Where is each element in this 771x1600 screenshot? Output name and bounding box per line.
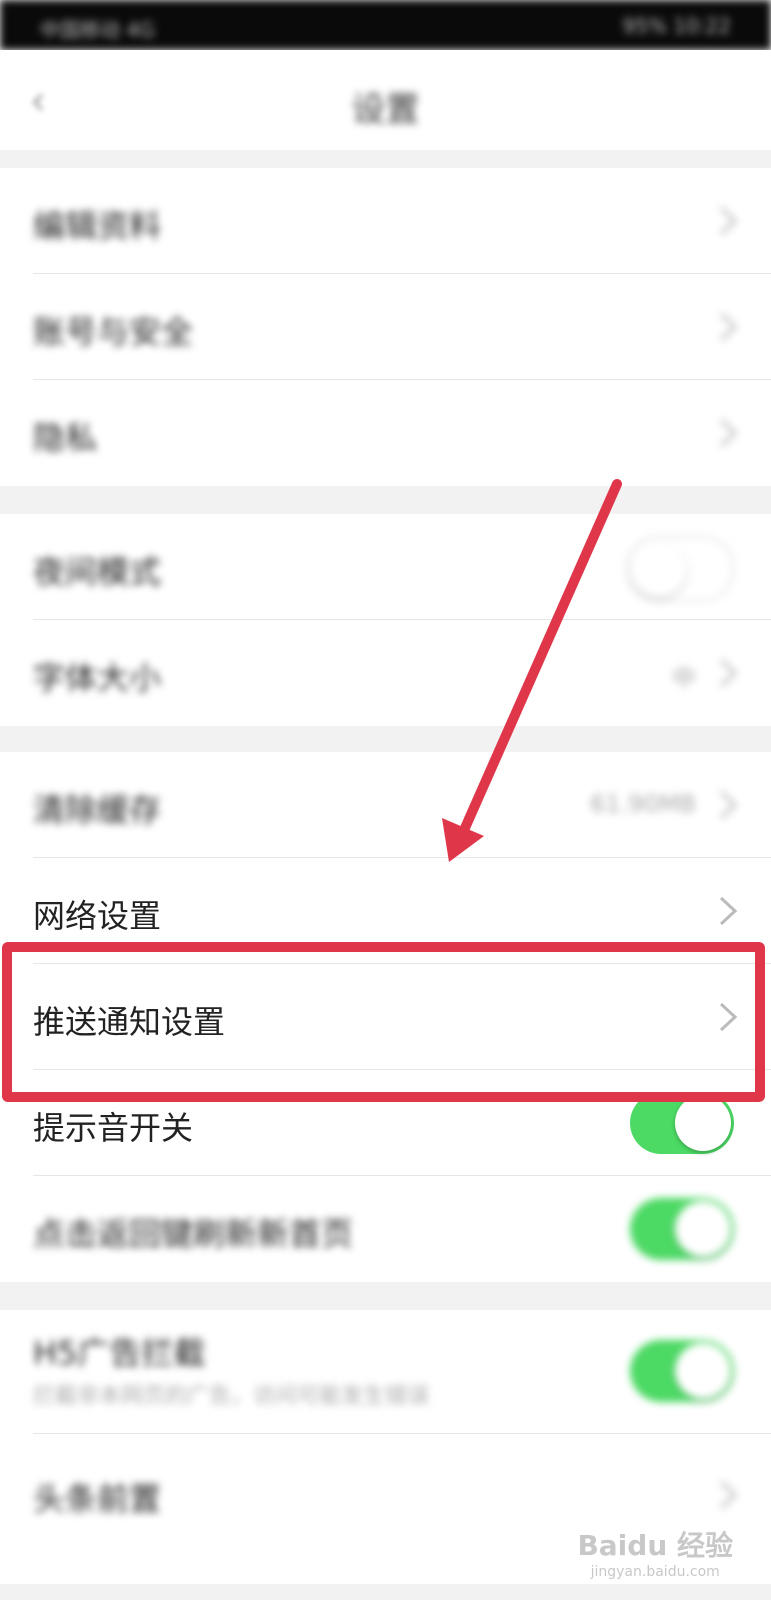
highlight-box xyxy=(2,942,765,1102)
settings-row-label: 隐私 xyxy=(33,419,98,457)
settings-row-account-security[interactable]: 账号与安全 xyxy=(0,274,771,380)
settings-row-label: 清除缓存 xyxy=(33,791,162,829)
settings-row-label: 账号与安全 xyxy=(33,313,194,351)
watermark-url: jingyan.baidu.com xyxy=(590,1564,720,1580)
settings-row-label: H5广告拦截 xyxy=(33,1334,206,1372)
baidu-watermark: Baidu 经验 jingyan.baidu.com xyxy=(577,1524,733,1580)
nav-bar: ‹ 设置 xyxy=(0,50,771,150)
settings-row-label: 夜间模式 xyxy=(33,553,162,591)
watermark-brand: Baidu 经验 xyxy=(577,1529,733,1562)
chevron-right-icon xyxy=(713,310,743,344)
settings-row-label: 点击返回键刷新新首页 xyxy=(33,1215,354,1253)
chevron-right-icon xyxy=(713,656,743,690)
font-size-value: 中 xyxy=(672,664,696,692)
settings-row-edit-profile[interactable]: 编辑资料 xyxy=(0,168,771,274)
settings-row-privacy[interactable]: 隐私 xyxy=(0,380,771,486)
page-title: 设置 xyxy=(351,90,420,130)
chevron-right-icon xyxy=(713,416,743,450)
toggle-knob xyxy=(675,1201,731,1257)
toggle-knob xyxy=(675,1095,731,1151)
back-refresh-toggle[interactable] xyxy=(630,1198,734,1260)
battery-time-text: 95% 10:22 xyxy=(622,14,731,38)
chevron-right-icon xyxy=(713,204,743,238)
chevron-right-icon xyxy=(713,788,743,822)
settings-row-label: 网络设置 xyxy=(33,897,162,935)
settings-row-label: 头条前置 xyxy=(33,1480,162,1518)
ad-block-toggle[interactable] xyxy=(630,1340,734,1402)
settings-row-label: 编辑资料 xyxy=(33,207,162,245)
settings-row-clear-cache[interactable]: 清除缓存 61.90MB xyxy=(0,752,771,858)
cache-size-value: 61.90MB xyxy=(590,790,696,818)
settings-row-night-mode[interactable]: 夜间模式 xyxy=(0,514,771,620)
settings-row-font-size[interactable]: 字体大小 中 xyxy=(0,620,771,726)
settings-row-label: 提示音开关 xyxy=(33,1109,194,1147)
night-mode-toggle[interactable] xyxy=(626,536,734,602)
settings-row-back-refresh[interactable]: 点击返回键刷新新首页 xyxy=(0,1176,771,1282)
settings-row-ad-block[interactable]: H5广告拦截 拦截非本网页的广告，访问可能发生错误 xyxy=(0,1310,771,1434)
chevron-right-icon xyxy=(713,1478,743,1512)
settings-row-label: 字体大小 xyxy=(33,659,162,697)
settings-row-description: 拦截非本网页的广告，访问可能发生错误 xyxy=(33,1384,430,1409)
toggle-knob xyxy=(631,541,687,597)
chevron-right-icon xyxy=(713,894,743,928)
carrier-text: 中国移动 4G xyxy=(40,18,155,42)
toggle-knob xyxy=(675,1343,731,1399)
settings-group-display: 夜间模式 字体大小 中 xyxy=(0,514,771,726)
settings-group-account: 编辑资料 账号与安全 隐私 xyxy=(0,168,771,486)
status-bar: 中国移动 4G 95% 10:22 xyxy=(0,0,771,50)
